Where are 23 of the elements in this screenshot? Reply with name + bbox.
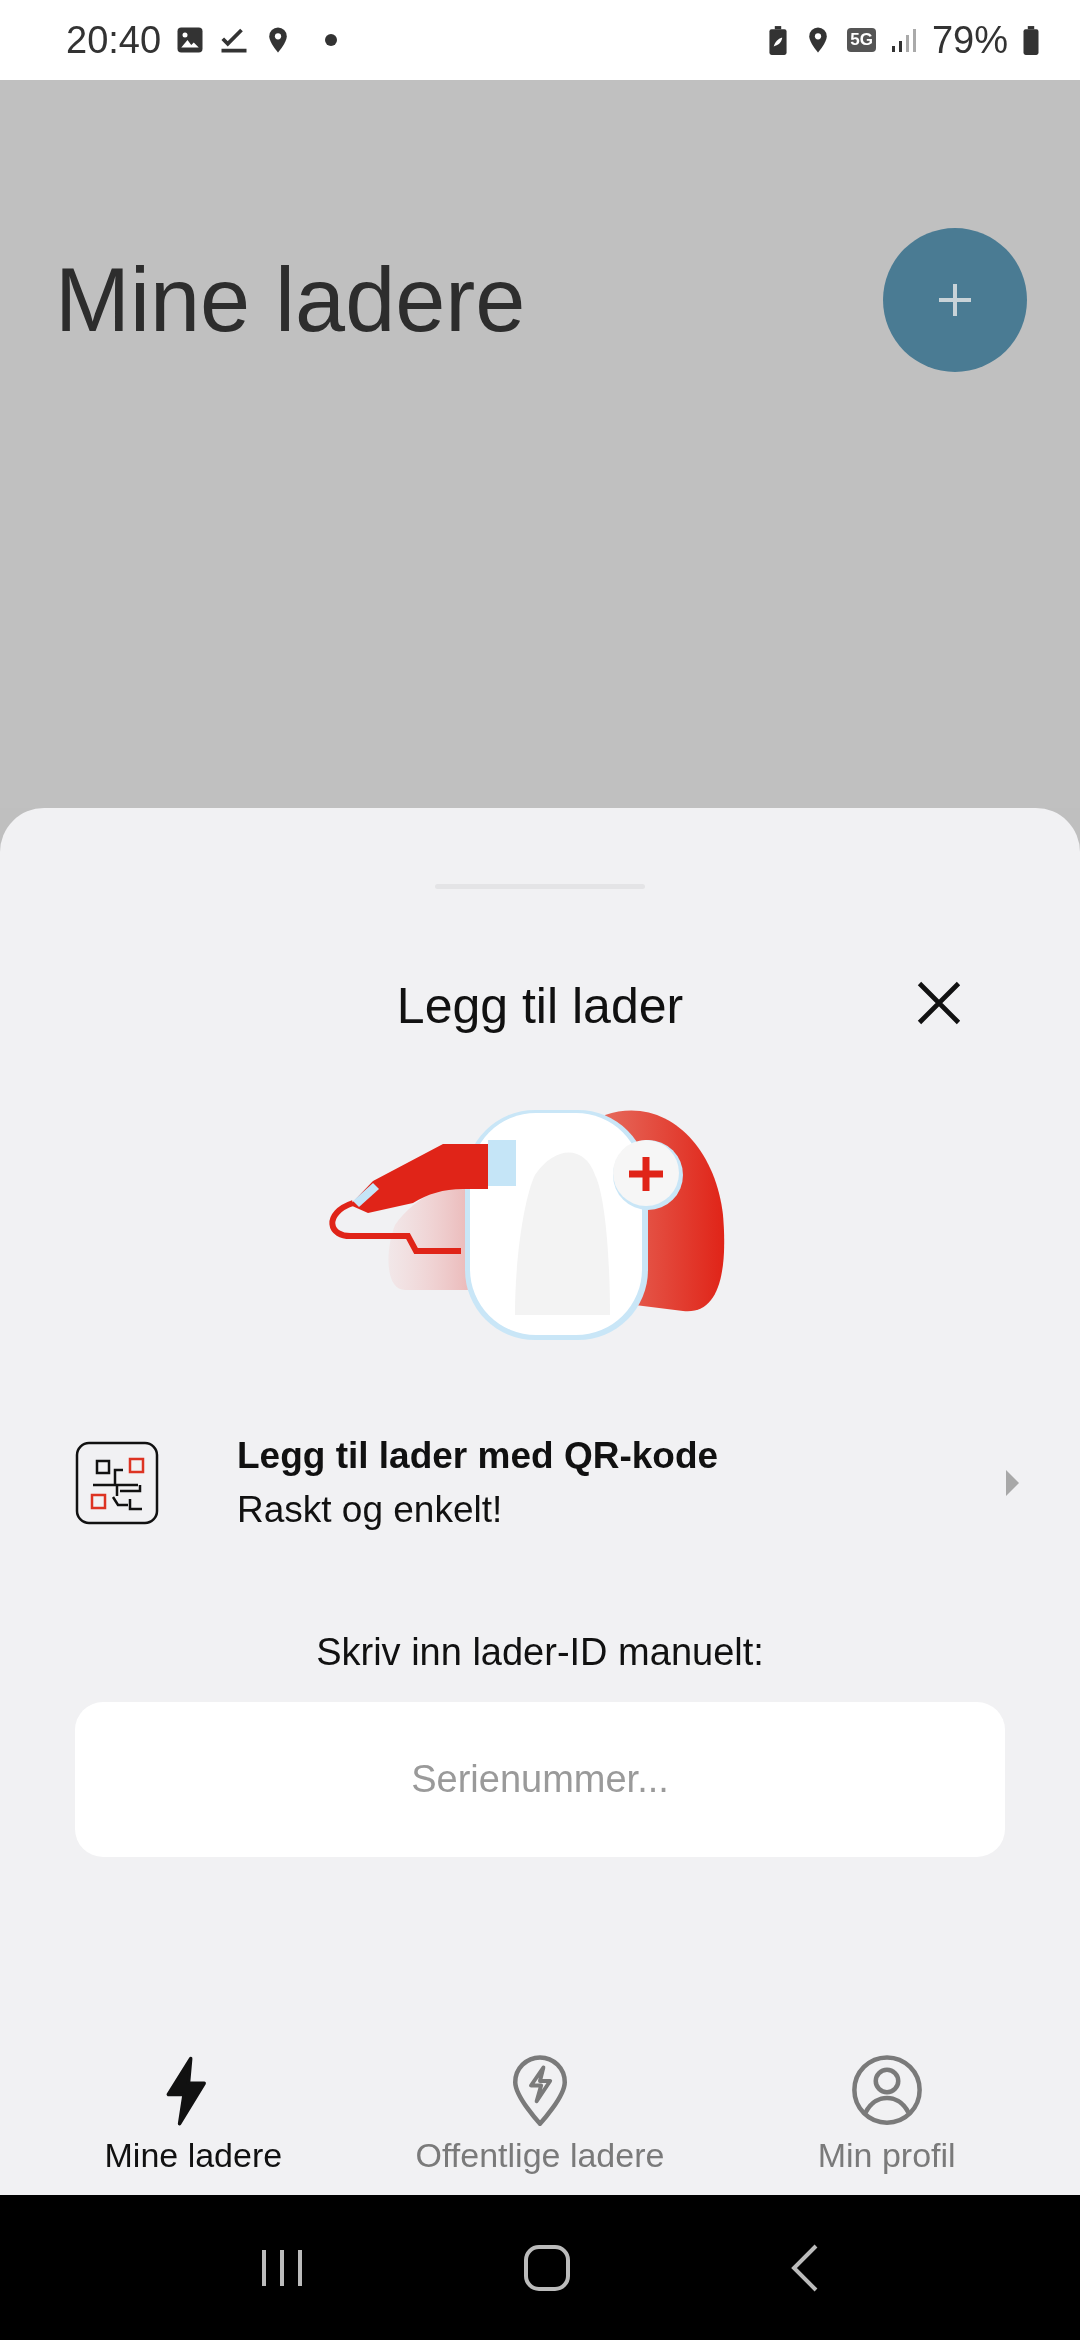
page-title: Mine ladere <box>55 248 526 352</box>
option-title: Legg til lader med QR-kode <box>237 1435 720 1477</box>
dot-icon <box>325 34 338 46</box>
chevron-right-icon <box>1004 1469 1020 1497</box>
battery-level: 79% <box>931 18 1008 62</box>
image-icon <box>175 25 206 55</box>
qr-option[interactable]: Legg til lader med QR-kode Raskt og enkelt! <box>0 1435 1080 1531</box>
signal-icon <box>889 26 918 54</box>
sheet-title: Legg til lader <box>396 977 684 1035</box>
recent-apps-icon[interactable] <box>259 2247 304 2288</box>
status-time: 20:40 <box>66 18 162 62</box>
nav-tab[interactable]: Offentlige ladere <box>370 2054 710 2175</box>
option-subtitle: Raskt og enkelt! <box>237 1489 504 1531</box>
profile-icon <box>850 2054 923 2126</box>
nav-tab[interactable]: Mine ladere <box>23 2054 364 2175</box>
qr-code-icon <box>75 1441 159 1525</box>
home-icon[interactable] <box>523 2243 571 2292</box>
battery-saver-icon <box>767 25 790 55</box>
network-badge: 5G <box>847 28 876 52</box>
nav-tab[interactable]: Min profil <box>716 2054 1057 2175</box>
battery-icon <box>1022 25 1040 55</box>
manual-entry-label: Skriv inn lader-ID manuelt: <box>316 1631 764 1674</box>
serial-number-field[interactable]: Serienummer... <box>75 1702 1005 1857</box>
